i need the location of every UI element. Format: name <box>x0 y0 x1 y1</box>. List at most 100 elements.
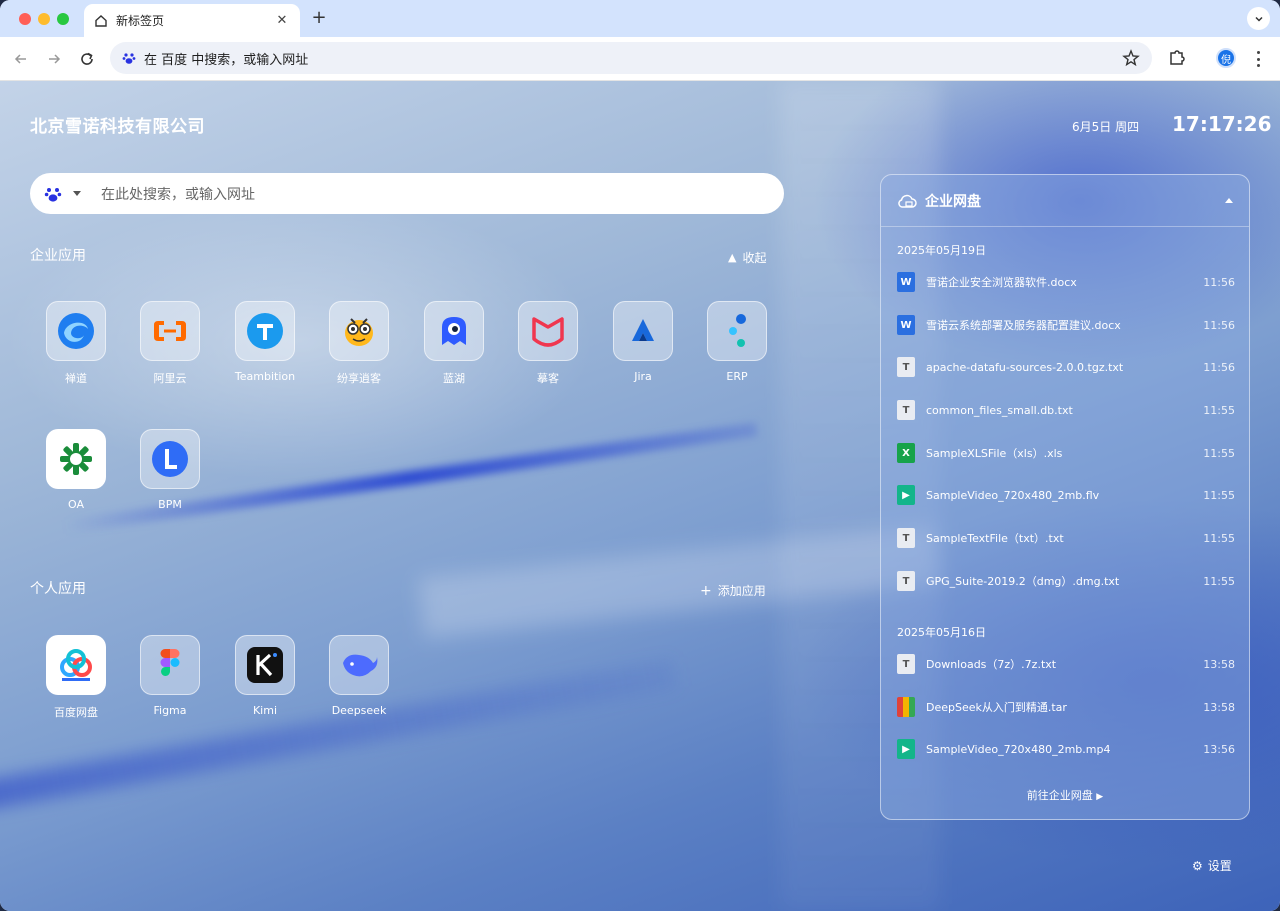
app-lanhu[interactable]: 蓝湖 <box>414 301 494 386</box>
arrow-left-icon <box>14 54 26 64</box>
close-tab-icon[interactable]: ✕ <box>274 13 290 28</box>
file-time: 13:56 <box>1203 742 1235 756</box>
toolbar: 在 百度 中搜索，或输入网址 <box>0 37 1280 81</box>
maximize-window-button[interactable] <box>57 13 69 25</box>
app-tile <box>329 635 389 695</box>
app-label: Kimi <box>252 704 278 717</box>
app-kimi[interactable]: Kimi <box>225 635 305 717</box>
app-label: ERP <box>726 370 748 383</box>
file-row[interactable]: T Downloads（7z）.7z.txt 13:58 <box>897 652 1235 676</box>
app-teambition[interactable]: Teambition <box>225 301 305 383</box>
engine-dropdown-icon[interactable] <box>73 191 81 196</box>
extensions-puzzle-icon[interactable] <box>1166 47 1188 69</box>
app-zentao[interactable]: 禅道 <box>36 301 116 386</box>
app-jira[interactable]: Jira <box>603 301 683 383</box>
profile-avatar[interactable]: 倪 <box>1216 48 1236 68</box>
app-label: 阿里云 <box>153 372 187 385</box>
app-figma[interactable]: Figma <box>130 635 210 717</box>
new-tab-button[interactable]: + <box>309 8 329 28</box>
app-tile <box>46 301 106 361</box>
file-row[interactable]: W 雪诺云系统部署及服务器配置建议.docx 11:56 <box>897 313 1235 337</box>
settings-button[interactable]: ⚙ 设置 <box>1192 857 1232 874</box>
file-row[interactable]: DeepSeek从入门到精通.tar 13:58 <box>897 695 1235 719</box>
close-window-button[interactable] <box>19 13 31 25</box>
file-row[interactable]: T common_files_small.db.txt 11:55 <box>897 398 1235 422</box>
app-aliyun[interactable]: 阿里云 <box>130 301 210 386</box>
bookmark-star-icon[interactable] <box>1122 49 1140 67</box>
text-file-icon: T <box>897 528 915 548</box>
jira-icon <box>632 319 654 341</box>
address-bar[interactable]: 在 百度 中搜索，或输入网址 <box>110 42 1152 74</box>
file-row[interactable]: W 雪诺企业安全浏览器软件.docx 11:56 <box>897 270 1235 294</box>
file-row[interactable]: ▶ SampleVideo_720x480_2mb.mp4 13:56 <box>897 737 1235 761</box>
caret-right-icon: ▶ <box>1096 792 1104 802</box>
drive-header[interactable]: 企业网盘 <box>881 175 1249 227</box>
app-mockplus[interactable]: 摹客 <box>508 301 588 386</box>
app-tile <box>235 635 295 695</box>
collapse-enterprise-button[interactable]: ▲ 收起 <box>728 249 766 266</box>
file-row[interactable]: T SampleTextFile（txt）.txt 11:55 <box>897 526 1235 550</box>
file-time: 11:56 <box>1203 360 1235 374</box>
file-name: 雪诺云系统部署及服务器配置建议.docx <box>926 319 1121 332</box>
app-baidu-netdisk[interactable]: 百度网盘 <box>36 635 116 720</box>
file-name: common_files_small.db.txt <box>926 403 1073 417</box>
file-name: GPG_Suite-2019.2（dmg）.dmg.txt <box>926 575 1120 588</box>
date-group-label: 2025年05月19日 <box>897 244 986 257</box>
text-file-icon: T <box>897 571 915 591</box>
app-tile <box>140 429 200 489</box>
open-drive-link[interactable]: 前往企业网盘 ▶ <box>881 787 1249 803</box>
file-time: 11:56 <box>1203 275 1235 289</box>
app-label: OA <box>68 498 84 511</box>
back-button[interactable] <box>10 48 32 70</box>
app-label: Teambition <box>234 370 296 383</box>
file-row[interactable]: ▶ SampleVideo_720x480_2mb.flv 11:55 <box>897 483 1235 507</box>
app-fxiaoke[interactable]: 纷享逍客 <box>319 301 399 386</box>
file-row[interactable]: X SampleXLSFile（xls）.xls 11:55 <box>897 441 1235 465</box>
tab-search-button[interactable] <box>1247 7 1270 30</box>
tab-title: 新标签页 <box>116 14 165 28</box>
new-tab-page: 北京雪诺科技有限公司 6月5日 周四 17:17:26 在此处搜索，或输入网址 … <box>0 81 1280 911</box>
figma-icon <box>160 649 180 676</box>
settings-label: 设置 <box>1207 859 1232 873</box>
aliyun-icon <box>154 321 186 341</box>
date-group-label: 2025年05月16日 <box>897 626 986 639</box>
baidu-engine-icon[interactable] <box>44 185 62 203</box>
add-app-button[interactable]: + 添加应用 <box>700 582 766 599</box>
clock-display: 17:17:26 <box>1172 112 1272 136</box>
file-name: apache-datafu-sources-2.0.0.tgz.txt <box>926 360 1124 374</box>
deepseek-icon <box>343 654 378 677</box>
app-erp[interactable]: ERP <box>697 301 777 383</box>
app-label: 摹客 <box>537 372 559 385</box>
app-tile <box>235 301 295 361</box>
app-label: BPM <box>158 498 182 511</box>
forward-button[interactable] <box>43 48 65 70</box>
reload-button[interactable] <box>76 48 98 70</box>
zentao-icon <box>58 313 94 349</box>
text-file-icon: T <box>897 357 915 377</box>
file-row[interactable]: T apache-datafu-sources-2.0.0.tgz.txt 11… <box>897 355 1235 379</box>
tab-new-tab[interactable]: 新标签页 ✕ <box>84 4 300 37</box>
enterprise-apps-title: 企业应用 <box>30 248 86 264</box>
more-menu-button[interactable] <box>1254 49 1262 69</box>
app-tile <box>46 429 106 489</box>
fxiaoke-icon <box>345 318 373 346</box>
app-deepseek[interactable]: Deepseek <box>319 635 399 717</box>
kimi-icon <box>247 647 283 683</box>
app-bpm[interactable]: BPM <box>130 429 210 511</box>
file-time: 11:55 <box>1203 446 1235 460</box>
collapse-panel-icon[interactable] <box>1225 198 1233 203</box>
search-box[interactable]: 在此处搜索，或输入网址 <box>30 173 784 214</box>
personal-apps-title: 个人应用 <box>30 581 86 597</box>
app-oa[interactable]: OA <box>36 429 116 511</box>
archive-file-icon <box>897 697 915 717</box>
collapse-label: 收起 <box>742 251 767 265</box>
address-text: 在 百度 中搜索，或输入网址 <box>144 52 309 68</box>
search-input[interactable]: 在此处搜索，或输入网址 <box>101 184 255 204</box>
file-row[interactable]: T GPG_Suite-2019.2（dmg）.dmg.txt 11:55 <box>897 569 1235 593</box>
minimize-window-button[interactable] <box>38 13 50 25</box>
chevron-down-icon <box>1254 16 1263 22</box>
oa-icon <box>60 443 92 475</box>
company-name: 北京雪诺科技有限公司 <box>30 117 205 137</box>
word-file-icon: W <box>897 315 915 335</box>
video-file-icon: ▶ <box>897 485 915 505</box>
